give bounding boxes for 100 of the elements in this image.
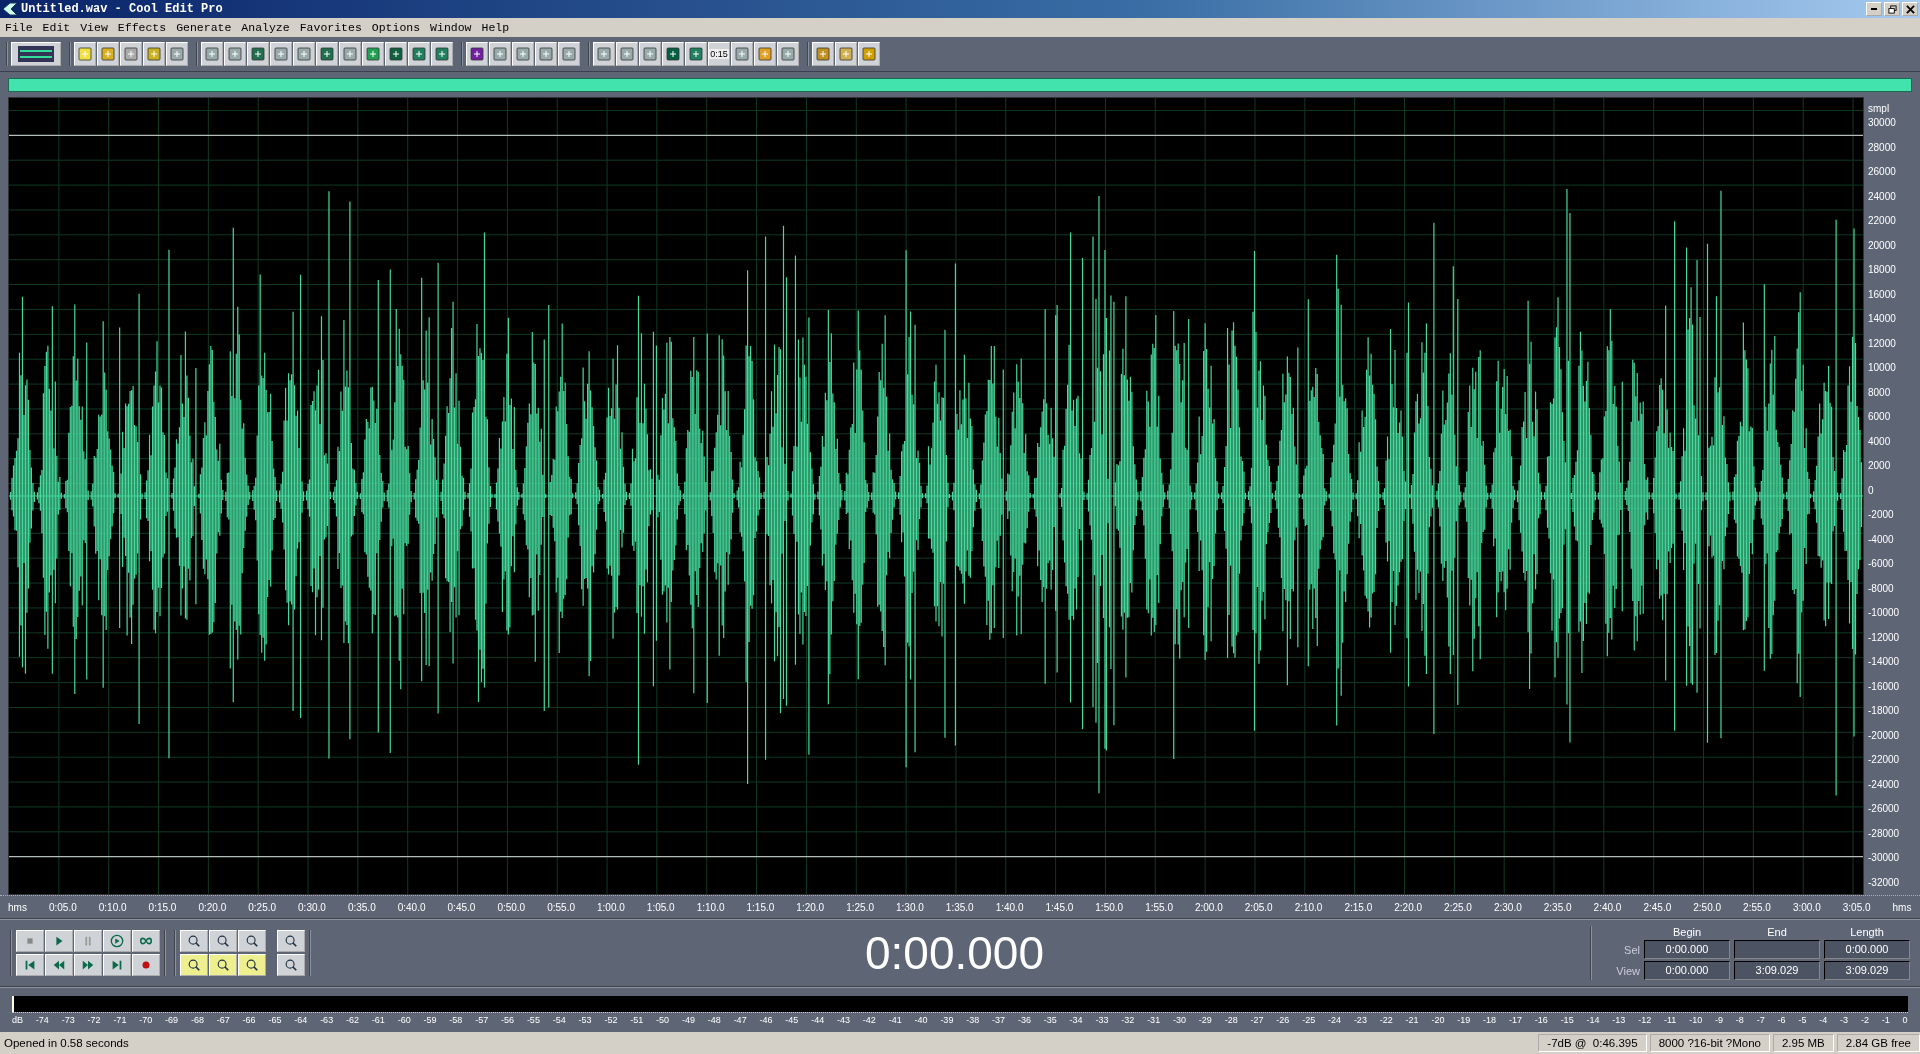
amplitude-tick-label: 0 <box>1868 484 1875 497</box>
toolbar-button[interactable] <box>385 42 407 66</box>
toolbar-button[interactable] <box>685 42 707 66</box>
window-title: Untitled.wav - Cool Edit Pro <box>21 2 224 16</box>
meter-tick-label: -15 <box>1560 1014 1574 1025</box>
amplitude-tick-label: -22000 <box>1868 754 1901 767</box>
meter-tick-label: -74 <box>35 1014 49 1025</box>
time-tick-label: 0:30.0 <box>298 901 326 913</box>
zoom-button[interactable] <box>277 930 305 952</box>
minimize-button[interactable] <box>1866 2 1882 16</box>
meter-tick-label: -39 <box>940 1014 954 1025</box>
time-tick-label: 2:10.0 <box>1294 901 1323 913</box>
meter-tick-label: -23 <box>1353 1014 1367 1025</box>
restore-button[interactable] <box>1884 2 1900 16</box>
zoom-button[interactable] <box>209 954 237 976</box>
meter-tick-label: -73 <box>61 1014 75 1025</box>
transport-button[interactable] <box>132 954 160 976</box>
time-field[interactable]: 3:09.029 <box>1734 961 1820 980</box>
time-field[interactable]: 3:09.029 <box>1824 961 1910 980</box>
zoom-button[interactable] <box>180 954 208 976</box>
menu-item[interactable]: View <box>75 21 113 34</box>
zoom-button[interactable] <box>238 930 266 952</box>
transport-button[interactable] <box>16 930 44 952</box>
amplitude-tick-label: -26000 <box>1868 803 1901 816</box>
meter-tick-label: -36 <box>1017 1014 1031 1025</box>
meter-tick-label: -20 <box>1431 1014 1445 1025</box>
meter-tick-label: -72 <box>87 1014 101 1025</box>
toolbar-button[interactable] <box>11 42 61 66</box>
transport-button[interactable] <box>74 930 102 952</box>
toolbar-button[interactable] <box>247 42 269 66</box>
meter-tick-label: -33 <box>1095 1014 1109 1025</box>
meter-tick-label: -51 <box>630 1014 644 1025</box>
menu-item[interactable]: Options <box>366 21 426 34</box>
meter-tick-label: -71 <box>113 1014 127 1025</box>
toolbar-button[interactable] <box>812 42 834 66</box>
time-tick-label: 0:50.0 <box>497 901 526 913</box>
toolbar-button[interactable]: 0:15 <box>708 42 730 66</box>
transport-button[interactable] <box>132 930 160 952</box>
time-display: 0:00.000 <box>319 926 1592 980</box>
meter-tick-label: -5 <box>1798 1014 1807 1025</box>
time-field[interactable]: 0:00.000 <box>1644 940 1730 959</box>
status-cursor: -7dB @ 0:46.395 <box>1538 1034 1647 1052</box>
meter-tick-label: -17 <box>1508 1014 1522 1025</box>
transport-button[interactable] <box>103 954 131 976</box>
meter-tick-label: -43 <box>837 1014 850 1025</box>
amplitude-tick-label: 28000 <box>1868 141 1897 154</box>
meter-tick-label: -62 <box>345 1014 359 1025</box>
time-field[interactable]: 0:00.000 <box>1644 961 1730 980</box>
meter-tick-label: -1 <box>1881 1014 1890 1025</box>
transport-button[interactable] <box>103 930 131 952</box>
time-tick-label: 1:25.0 <box>846 901 874 913</box>
meter-tick-label: -65 <box>268 1014 282 1025</box>
meter-tick-label: -58 <box>449 1014 463 1025</box>
meter-tick-label: -54 <box>552 1014 566 1025</box>
rewind-icon <box>52 958 66 972</box>
toolbar-button[interactable] <box>431 42 453 66</box>
toolbar-button[interactable] <box>316 42 338 66</box>
menu-item[interactable]: Analyze <box>236 21 295 34</box>
toolbar-button[interactable] <box>662 42 684 66</box>
meter-tick-label: -61 <box>371 1014 385 1025</box>
toolbar-button[interactable] <box>362 42 384 66</box>
amplitude-tick-label: 8000 <box>1868 386 1892 399</box>
zoom-button[interactable] <box>209 930 237 952</box>
amplitude-tick-label: -2000 <box>1868 509 1895 522</box>
time-tick-label: 0:15.0 <box>148 901 177 913</box>
time-field[interactable]: 0:00.000 <box>1824 940 1910 959</box>
zoom-button[interactable] <box>180 930 208 952</box>
meter-tick-label: -48 <box>707 1014 721 1025</box>
transport-button[interactable] <box>45 930 73 952</box>
menu-item[interactable]: Favorites <box>294 21 367 34</box>
time-tick-label: 3:00.0 <box>1792 901 1821 913</box>
menu-item[interactable]: Edit <box>37 21 76 34</box>
amplitude-tick-label: 26000 <box>1868 166 1897 179</box>
transport-button[interactable] <box>74 954 102 976</box>
zoom-in-icon <box>187 934 201 948</box>
time-tick-label: 1:15.0 <box>746 901 775 913</box>
transport-button[interactable] <box>45 954 73 976</box>
zoom-right-icon <box>245 958 259 972</box>
zoom-button[interactable] <box>277 954 305 976</box>
transport-button[interactable] <box>16 954 44 976</box>
menu-item[interactable]: Generate <box>171 21 237 34</box>
time-field[interactable] <box>1734 940 1820 959</box>
menu-item[interactable]: File <box>0 21 38 34</box>
meter-tick-label: -21 <box>1405 1014 1419 1025</box>
meter-tick-label: -42 <box>862 1014 876 1025</box>
meter-tick-label: -67 <box>216 1014 230 1025</box>
zoom-button[interactable] <box>238 954 266 976</box>
time-tick-label: 0:45.0 <box>447 901 476 913</box>
meter-tick-label: -37 <box>992 1014 1006 1025</box>
menu-item[interactable]: Help <box>476 21 515 34</box>
close-button[interactable] <box>1902 2 1918 16</box>
time-tick-label: 0:05.0 <box>48 901 77 913</box>
time-tick-label: 1:30.0 <box>896 901 924 913</box>
amplitude-tick-label: 2000 <box>1868 460 1892 473</box>
toolbar-button[interactable] <box>466 42 488 66</box>
overview-bar[interactable] <box>8 78 1912 92</box>
amplitude-tick-label: 24000 <box>1868 190 1897 203</box>
menu-item[interactable]: Effects <box>112 21 172 34</box>
menu-item[interactable]: Window <box>425 21 477 34</box>
toolbar-button[interactable] <box>408 42 430 66</box>
